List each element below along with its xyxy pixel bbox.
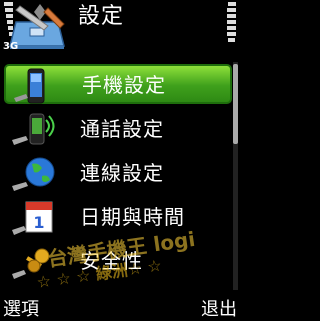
- menu-item-call-settings[interactable]: 通話設定: [4, 110, 232, 150]
- svg-text:1: 1: [33, 213, 44, 232]
- keys-icon: [12, 248, 50, 279]
- menu-item-label: 手機設定: [82, 73, 166, 97]
- menu-item-label: 通話設定: [80, 117, 164, 141]
- settings-menu: 手機設定 通話設定 連線設定 1 日期與時間 安全性: [0, 62, 240, 294]
- scrollbar-thumb[interactable]: [233, 64, 238, 144]
- menu-item-label: 連線設定: [80, 161, 164, 185]
- battery-icon: [227, 2, 236, 42]
- menu-item-label: 安全性: [80, 249, 143, 273]
- phone-icon: [14, 68, 45, 104]
- call-icon: [12, 113, 55, 145]
- menu-item-date-time[interactable]: 1 日期與時間: [4, 198, 232, 238]
- softkey-bar: 選項 退出: [0, 294, 240, 320]
- menu-item-connectivity[interactable]: 連線設定: [4, 154, 232, 194]
- exit-softkey[interactable]: 退出: [201, 295, 237, 321]
- menu-item-label: 日期與時間: [80, 205, 185, 229]
- options-softkey[interactable]: 選項: [3, 295, 39, 321]
- header-bar: 設定 3G: [0, 0, 240, 58]
- calendar-icon: 1: [12, 201, 53, 235]
- page-title: 設定: [78, 4, 125, 29]
- menu-item-security[interactable]: 安全性: [4, 242, 232, 282]
- menu-item-phone-settings[interactable]: 手機設定: [4, 64, 232, 104]
- network-type: 3G: [3, 41, 19, 52]
- globe-icon: [12, 157, 55, 191]
